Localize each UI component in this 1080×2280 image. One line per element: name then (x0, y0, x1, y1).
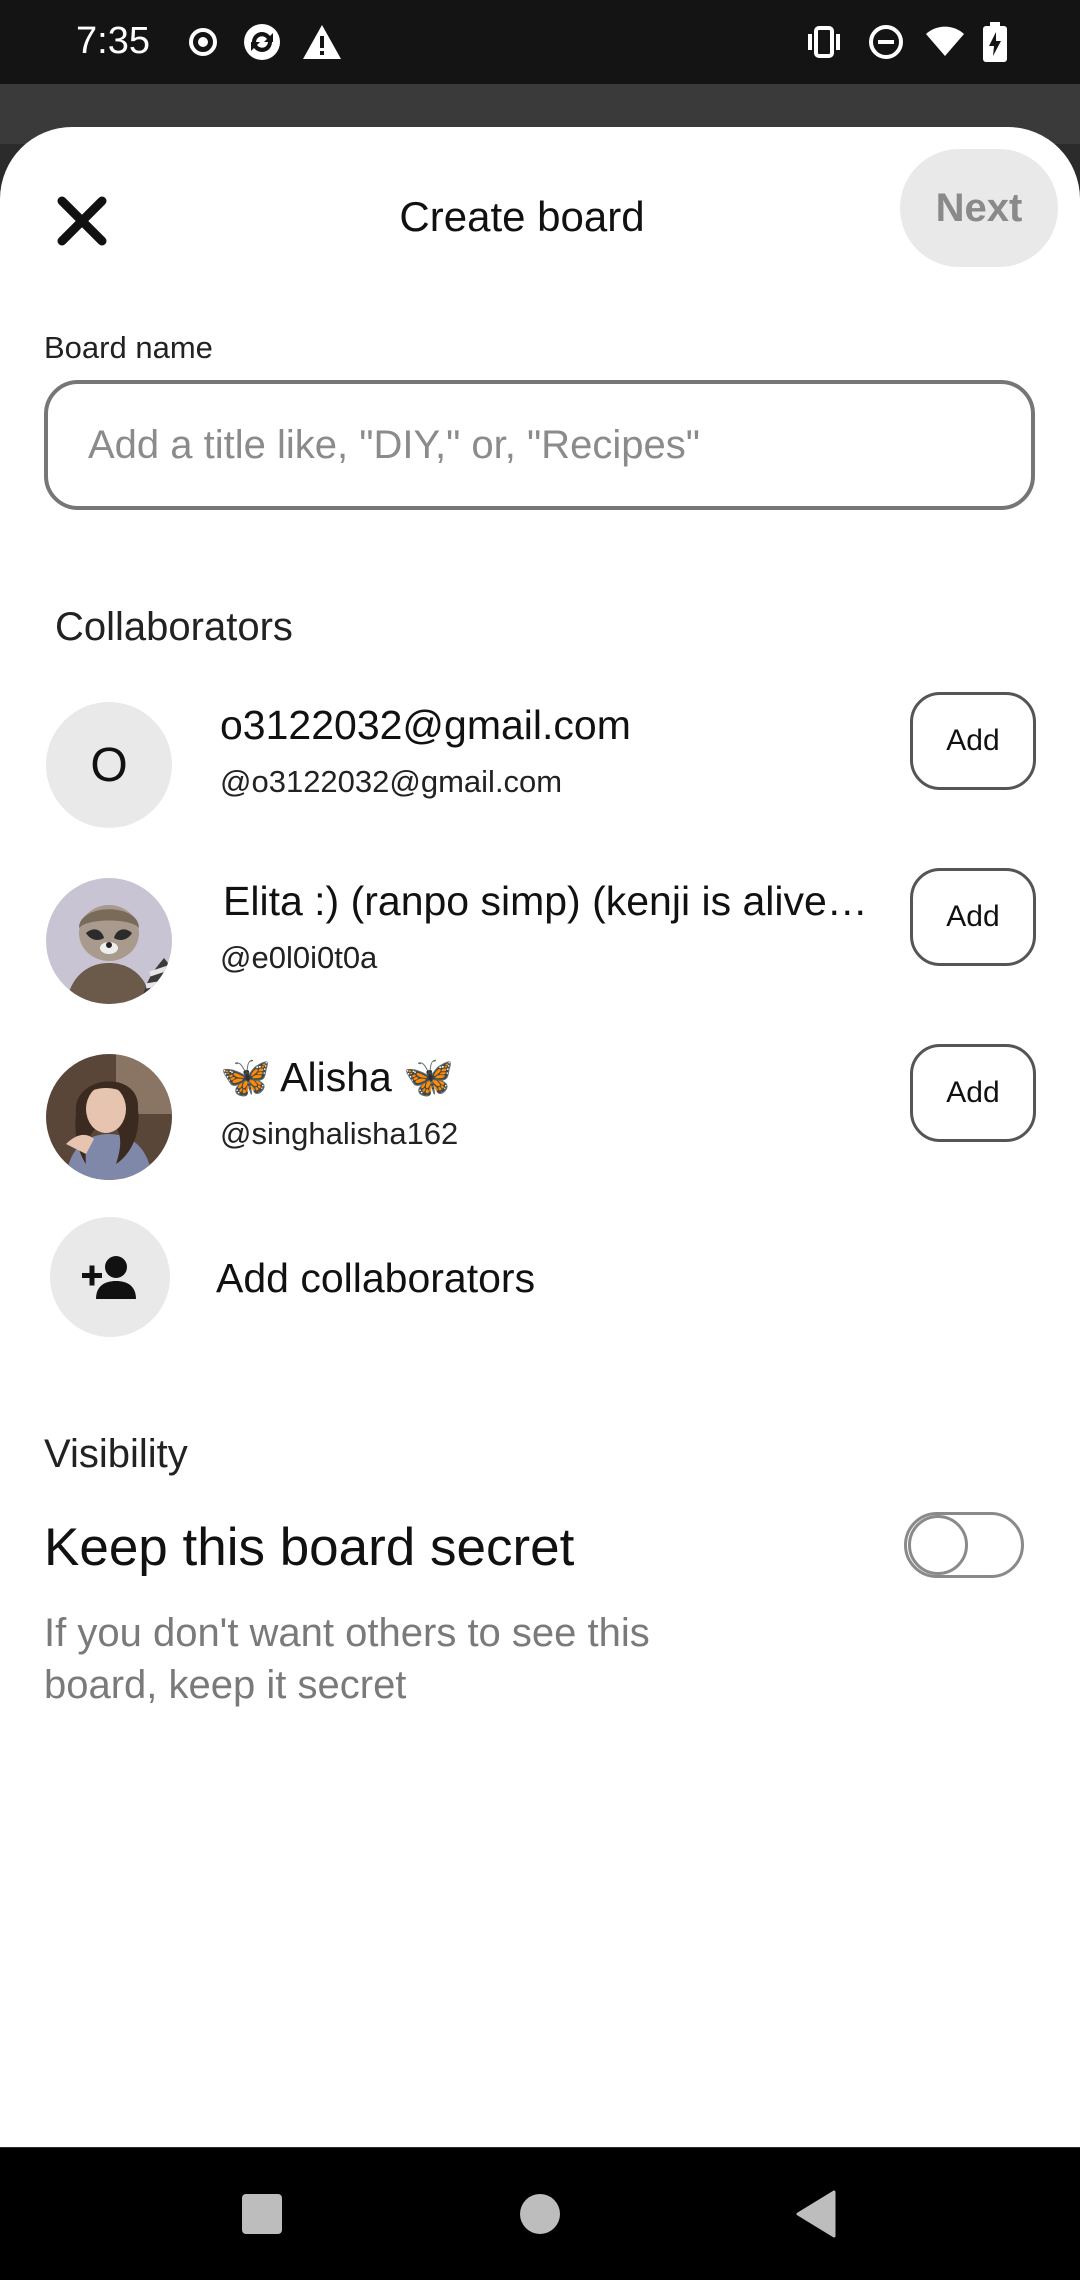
page-title: Create board (399, 193, 645, 240)
collaborators-heading: Collaborators (55, 605, 293, 649)
sync-icon (242, 22, 282, 62)
avatar (46, 878, 172, 1004)
add-collaborator-button[interactable]: Add (910, 1044, 1036, 1142)
secret-board-description: If you don't want others to see this boa… (44, 1611, 650, 1707)
status-time: 7:35 (76, 20, 150, 62)
collaborator-name: 🦋 Alisha 🦋 (220, 1054, 455, 1100)
collaborator-name: o3122032@gmail.com (220, 702, 631, 748)
battery-charging-icon (975, 22, 1015, 62)
warning-icon (302, 22, 342, 62)
raccoon-avatar-image (46, 878, 172, 1004)
collaborator-row: Elita :) (ranpo simp) (kenji is alive… @… (0, 868, 1080, 1008)
avatar (46, 1054, 172, 1180)
collaborator-handle: @singhalisha162 (220, 1116, 459, 1151)
navigation-bar (0, 2148, 1080, 2280)
collaborator-row: 🦋 Alisha 🦋 @singhalisha162 Add (0, 1044, 1080, 1184)
board-name-label: Board name (44, 330, 213, 365)
home-button[interactable] (504, 2178, 576, 2250)
home-icon (520, 2194, 560, 2234)
back-icon (796, 2190, 836, 2238)
collaborator-handle: @o3122032@gmail.com (220, 764, 563, 799)
create-board-sheet: Create board Next Board name Collaborato… (0, 127, 1080, 2147)
portrait-avatar-image (46, 1054, 172, 1180)
collaborator-row: O o3122032@gmail.com @o3122032@gmail.com… (0, 692, 1080, 832)
collaborator-handle: @e0l0i0t0a (220, 940, 378, 975)
status-bar: 7:35 (0, 0, 1080, 84)
next-button[interactable]: Next (900, 149, 1058, 267)
record-icon (183, 22, 223, 62)
vibrate-icon (804, 22, 844, 62)
add-person-icon (50, 1217, 170, 1337)
add-collaborators-label: Add collaborators (216, 1255, 536, 1301)
back-button[interactable] (780, 2178, 852, 2250)
recents-button[interactable] (226, 2178, 298, 2250)
board-name-input[interactable] (44, 380, 1035, 510)
add-collaborator-button[interactable]: Add (910, 692, 1036, 790)
do-not-disturb-icon (866, 22, 906, 62)
add-collaborator-button[interactable]: Add (910, 868, 1036, 966)
avatar: O (46, 702, 172, 828)
toggle-knob (908, 1515, 968, 1575)
visibility-label: Visibility (44, 1432, 188, 1476)
recents-icon (242, 2194, 282, 2234)
wifi-icon (925, 22, 965, 62)
add-collaborators-row[interactable]: Add collaborators (0, 1217, 1080, 1347)
secret-board-title: Keep this board secret (44, 1518, 575, 1577)
secret-board-toggle[interactable] (904, 1512, 1024, 1578)
collaborator-name: Elita :) (ranpo simp) (kenji is alive… (223, 878, 868, 924)
